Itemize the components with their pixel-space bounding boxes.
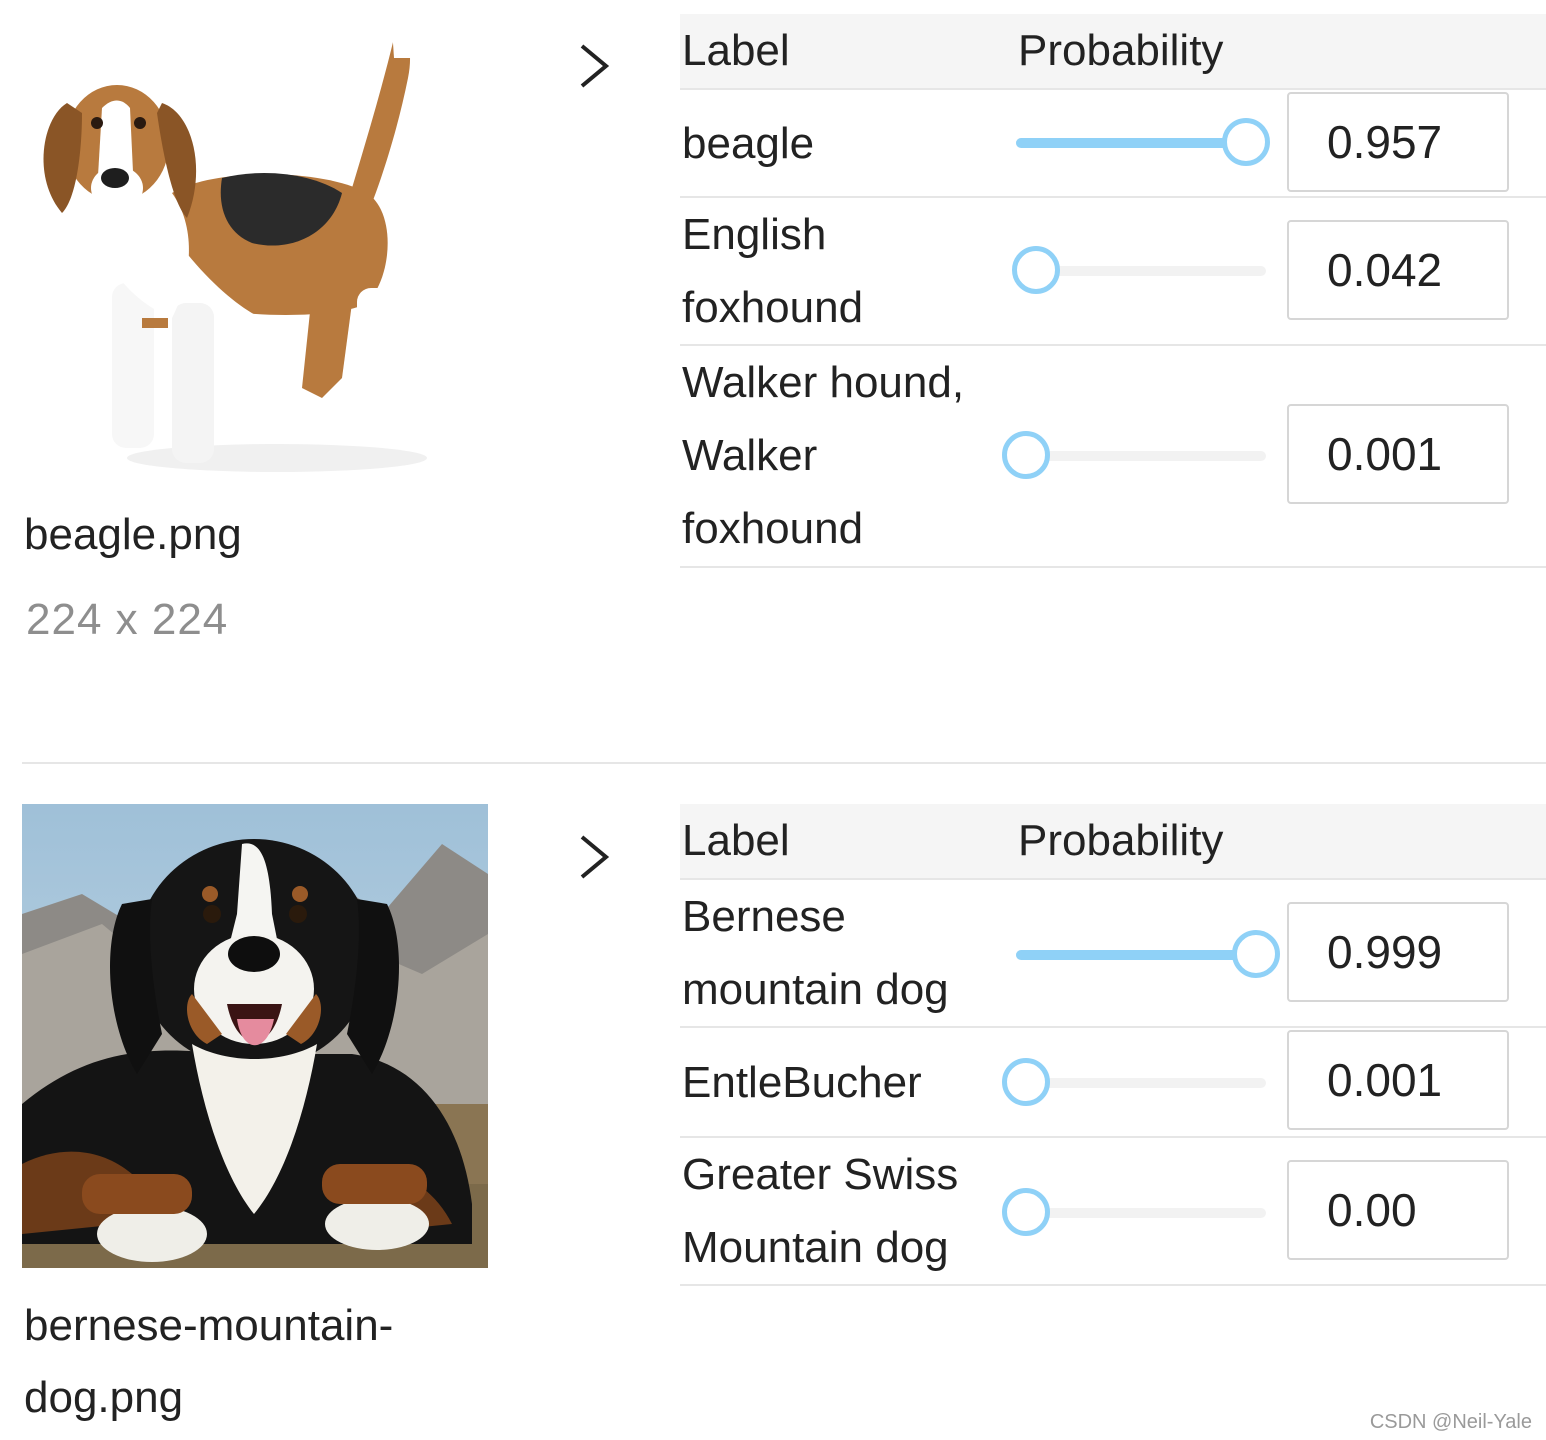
table-row: EntleBucher 0.001 <box>680 1028 1546 1138</box>
row-label: EntleBucher <box>682 1058 922 1107</box>
row-label: beagle <box>682 119 815 168</box>
watermark: CSDN @Neil-Yale <box>1369 1411 1532 1433</box>
table-row: beagle 0.957 <box>680 90 1546 198</box>
row-label: Greater Swiss Mountain dog <box>682 1150 959 1272</box>
probability-table: Label Probability Bernese mountain dog 0… <box>680 804 1546 1286</box>
slider-thumb[interactable] <box>1002 1058 1051 1106</box>
probability-value-field[interactable]: 0.00 <box>1287 1160 1509 1260</box>
slider-thumb[interactable] <box>1231 930 1280 978</box>
column-header-label: Label <box>682 26 790 75</box>
probability-value-field[interactable]: 0.042 <box>1287 220 1509 320</box>
probability-value-field[interactable]: 0.957 <box>1287 92 1509 192</box>
probability-slider[interactable] <box>1002 431 1266 479</box>
probability-slider[interactable] <box>1011 246 1266 294</box>
image-filename: bernese-mountain-dog.png <box>24 1301 394 1422</box>
row-label: Bernese mountain dog <box>682 892 949 1014</box>
table-row: Greater Swiss Mountain dog 0.00 <box>680 1138 1546 1286</box>
table-row: English foxhound 0.042 <box>680 198 1546 346</box>
probability-value-field[interactable]: 0.001 <box>1287 404 1509 504</box>
image-dimensions: 224 x 224 <box>26 595 229 644</box>
probability-slider[interactable] <box>1002 1188 1266 1236</box>
column-header-probability: Probability <box>1018 816 1224 865</box>
probability-slider[interactable] <box>1016 118 1271 166</box>
slider-thumb[interactable] <box>1011 246 1060 294</box>
chevron-right-icon <box>580 835 610 879</box>
column-header-label: Label <box>682 816 790 865</box>
probability-table: Label Probability beagle 0.957 English f… <box>680 14 1546 568</box>
image-filename: beagle.png <box>24 510 242 559</box>
table-row: Bernese mountain dog 0.999 <box>680 880 1546 1028</box>
table-row: Walker hound, Walker foxhound 0.001 <box>680 346 1546 568</box>
row-label: Walker hound, Walker foxhound <box>682 358 965 553</box>
beagle-image <box>22 18 458 478</box>
bernese-mountain-dog-image <box>22 804 488 1268</box>
column-header-probability: Probability <box>1018 26 1224 75</box>
slider-fill <box>1016 138 1247 148</box>
probability-slider[interactable] <box>1016 930 1280 978</box>
row-label: English foxhound <box>682 210 864 332</box>
chevron-right-icon <box>580 44 610 88</box>
probability-value-field[interactable]: 0.999 <box>1287 902 1509 1002</box>
table-header: Label Probability <box>680 804 1546 880</box>
slider-fill <box>1016 950 1256 960</box>
section-divider <box>22 762 1546 764</box>
probability-slider[interactable] <box>1002 1058 1266 1106</box>
slider-thumb[interactable] <box>1002 1188 1050 1236</box>
slider-thumb[interactable] <box>1222 118 1271 166</box>
table-header: Label Probability <box>680 14 1546 90</box>
slider-thumb[interactable] <box>1002 431 1051 479</box>
probability-value-field[interactable]: 0.001 <box>1287 1030 1509 1130</box>
